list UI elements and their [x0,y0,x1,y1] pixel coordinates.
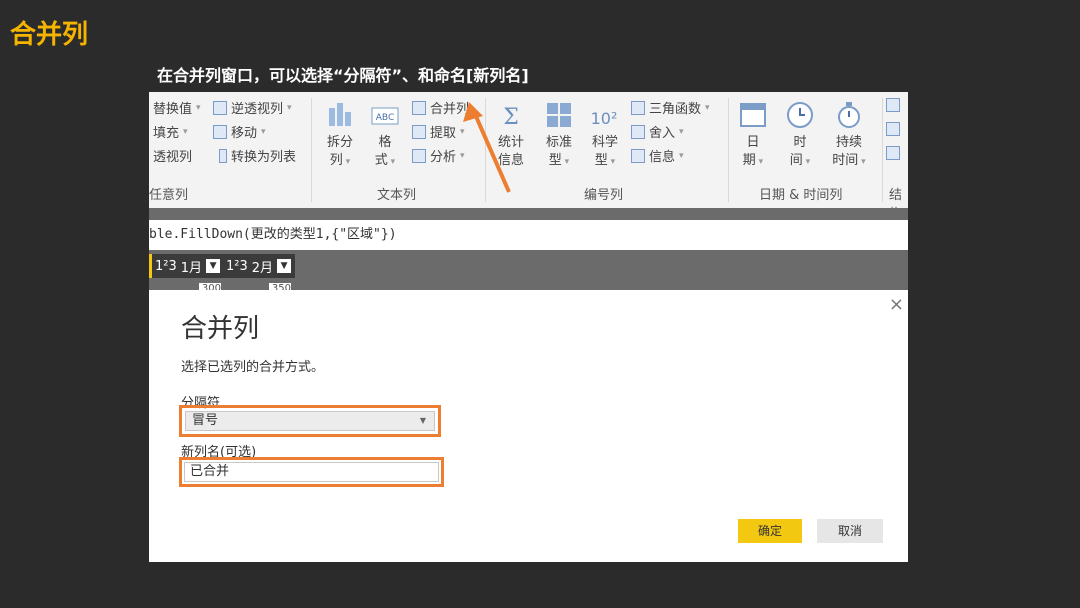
slide-subtitle: 在合并列窗口，可以选择“分隔符”、和命名[新列名] [157,66,529,85]
dialog-title: 合并列 [181,314,260,344]
merge-columns-dialog: × 合并列 选择已选列的合并方式。 分隔符 冒号 ▼ 新列名(可选) 已合并 确… [149,290,908,562]
chevron-down-icon: ▼ [419,416,426,425]
new-column-name-input[interactable]: 已合并 [184,462,439,482]
separator-highlight: 冒号 ▼ [179,405,441,437]
close-icon[interactable]: × [889,294,904,315]
annotation-arrow [463,102,511,193]
cancel-button[interactable]: 取消 [817,519,883,543]
separator-select[interactable]: 冒号 ▼ [185,411,435,431]
ok-button[interactable]: 确定 [738,519,802,543]
slide-title: 合并列 [10,20,89,50]
screenshot-frame: 替换值 ▾ 填充 ▾ 透视列 逆透视列 ▾ 移动 ▾ 转换为列表 任意列 拆分 列 ▾ [149,92,908,562]
new-column-name-value: 已合并 [190,464,230,479]
new-column-name-highlight: 已合并 [179,457,444,487]
separator-value: 冒号 [192,413,219,428]
dialog-description: 选择已选列的合并方式。 [181,360,325,375]
